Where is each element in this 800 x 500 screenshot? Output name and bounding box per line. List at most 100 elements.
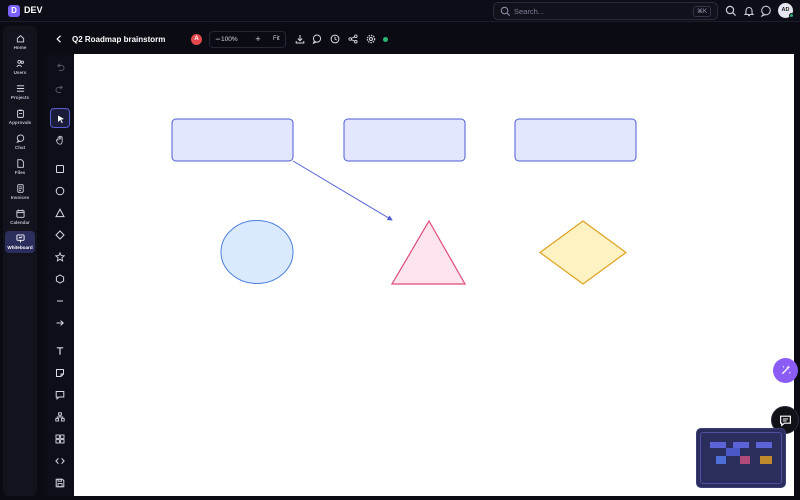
circle-shape[interactable] xyxy=(220,220,294,284)
redo-button[interactable] xyxy=(50,79,70,99)
sidebar-item-invoices[interactable]: Invoices xyxy=(5,181,35,203)
sidebar-item-chat[interactable]: Chat xyxy=(5,131,35,153)
sidebar-item-label: Files xyxy=(14,170,26,175)
collaborator-avatar[interactable]: A xyxy=(191,34,202,45)
star-icon xyxy=(55,252,65,262)
ai-assistant-button[interactable] xyxy=(773,358,798,383)
sidebar-item-label: Approvals xyxy=(8,120,32,125)
connection-status-dot xyxy=(383,37,388,42)
sidebar-item-files[interactable]: Files xyxy=(5,156,35,178)
line-icon xyxy=(57,300,63,302)
circle-icon xyxy=(55,186,65,196)
sidebar-item-label: Chat xyxy=(14,145,26,150)
file-icon xyxy=(17,159,24,168)
back-chevron-icon[interactable] xyxy=(54,34,64,44)
search-shortcut: ⌘K xyxy=(692,6,711,17)
projects-icon xyxy=(16,85,25,92)
zoom-level: 100% xyxy=(221,36,238,43)
grid-icon xyxy=(55,434,65,444)
minimap-shape xyxy=(716,456,726,464)
text-tool[interactable] xyxy=(50,341,70,361)
app-name: DEV xyxy=(24,5,43,15)
canvas-shapes xyxy=(171,118,637,285)
sidebar-item-calendar[interactable]: Calendar xyxy=(5,206,35,228)
ellipse-tool[interactable] xyxy=(50,181,70,201)
chat-bubble-icon xyxy=(780,415,791,427)
sparkles-icon xyxy=(781,365,791,375)
arrow-connector[interactable] xyxy=(292,160,393,221)
whiteboard-toolbar xyxy=(44,55,74,496)
redo-icon xyxy=(55,85,63,93)
square-icon xyxy=(56,165,64,173)
history-clock-icon[interactable] xyxy=(330,34,340,44)
invoice-icon xyxy=(17,184,24,193)
app-logo[interactable]: D xyxy=(8,5,20,17)
code-icon xyxy=(55,458,65,464)
diamond-tool[interactable] xyxy=(50,225,70,245)
templates-tool[interactable] xyxy=(50,429,70,449)
triangle-shape[interactable] xyxy=(390,219,467,285)
sidebar-item-users[interactable]: Users xyxy=(5,56,35,78)
calendar-icon xyxy=(16,209,25,218)
comment-icon[interactable] xyxy=(312,34,322,44)
comment-tool[interactable] xyxy=(50,385,70,405)
minimap-shape xyxy=(756,442,772,448)
search-icon[interactable] xyxy=(725,5,737,17)
undo-button[interactable] xyxy=(50,57,70,77)
whiteboard-canvas[interactable] xyxy=(74,54,794,496)
embed-tool[interactable] xyxy=(50,451,70,471)
hand-icon xyxy=(56,135,63,145)
zoom-in-button[interactable]: + xyxy=(253,34,263,44)
share-icon[interactable] xyxy=(348,34,358,44)
star-tool[interactable] xyxy=(50,247,70,267)
text-icon xyxy=(56,347,64,355)
hexagon-tool[interactable] xyxy=(50,269,70,289)
save-icon xyxy=(55,478,65,488)
sidebar-item-label: Whiteboard xyxy=(7,245,33,250)
chat-icon xyxy=(16,134,25,143)
diamond-shape[interactable] xyxy=(538,220,628,285)
rectangle-shape[interactable] xyxy=(343,118,466,162)
home-icon xyxy=(16,35,25,43)
minimap-shape xyxy=(740,456,750,464)
download-icon[interactable] xyxy=(295,34,305,44)
bell-icon[interactable] xyxy=(743,5,755,17)
cursor-icon xyxy=(58,115,64,124)
triangle-tool[interactable] xyxy=(50,203,70,223)
hexagon-icon xyxy=(55,274,65,284)
sidebar-item-home[interactable]: Home xyxy=(5,31,35,53)
messages-icon[interactable] xyxy=(760,5,772,17)
select-tool[interactable] xyxy=(50,108,70,128)
sidebar-item-label: Users xyxy=(13,70,27,75)
app-sidebar: Home Users Projects Approvals Chat Files… xyxy=(3,26,37,496)
minimap-shape xyxy=(760,456,772,464)
settings-gear-icon[interactable] xyxy=(366,34,376,44)
undo-icon xyxy=(57,63,65,71)
rectangle-tool[interactable] xyxy=(50,159,70,179)
whiteboard-icon xyxy=(16,234,25,243)
sidebar-item-whiteboard[interactable]: Whiteboard xyxy=(5,231,35,253)
save-button[interactable] xyxy=(50,473,70,493)
connector-tool[interactable] xyxy=(50,407,70,427)
diagram-icon xyxy=(55,412,65,422)
arrow-right-icon xyxy=(56,320,64,326)
speech-bubble-icon xyxy=(55,391,65,400)
sidebar-item-projects[interactable]: Projects xyxy=(5,81,35,103)
sidebar-item-approvals[interactable]: Approvals xyxy=(5,106,35,128)
search-input[interactable] xyxy=(514,5,674,18)
pan-tool[interactable] xyxy=(50,130,70,150)
line-tool[interactable] xyxy=(50,291,70,311)
rectangle-shape[interactable] xyxy=(514,118,637,162)
arrow-tool[interactable] xyxy=(50,313,70,333)
global-search[interactable]: ⌘K xyxy=(493,2,718,20)
search-icon xyxy=(500,6,511,17)
sidebar-item-label: Projects xyxy=(10,95,30,100)
page-title: Q2 Roadmap brainstorm xyxy=(72,35,166,44)
sticky-note-icon xyxy=(56,369,64,377)
users-icon xyxy=(16,59,24,68)
sidebar-item-label: Calendar xyxy=(10,220,30,225)
fit-button[interactable]: Fit xyxy=(273,36,280,42)
rectangle-shape[interactable] xyxy=(171,118,294,162)
sidebar-item-label: Invoices xyxy=(10,195,30,200)
sticky-note-tool[interactable] xyxy=(50,363,70,383)
